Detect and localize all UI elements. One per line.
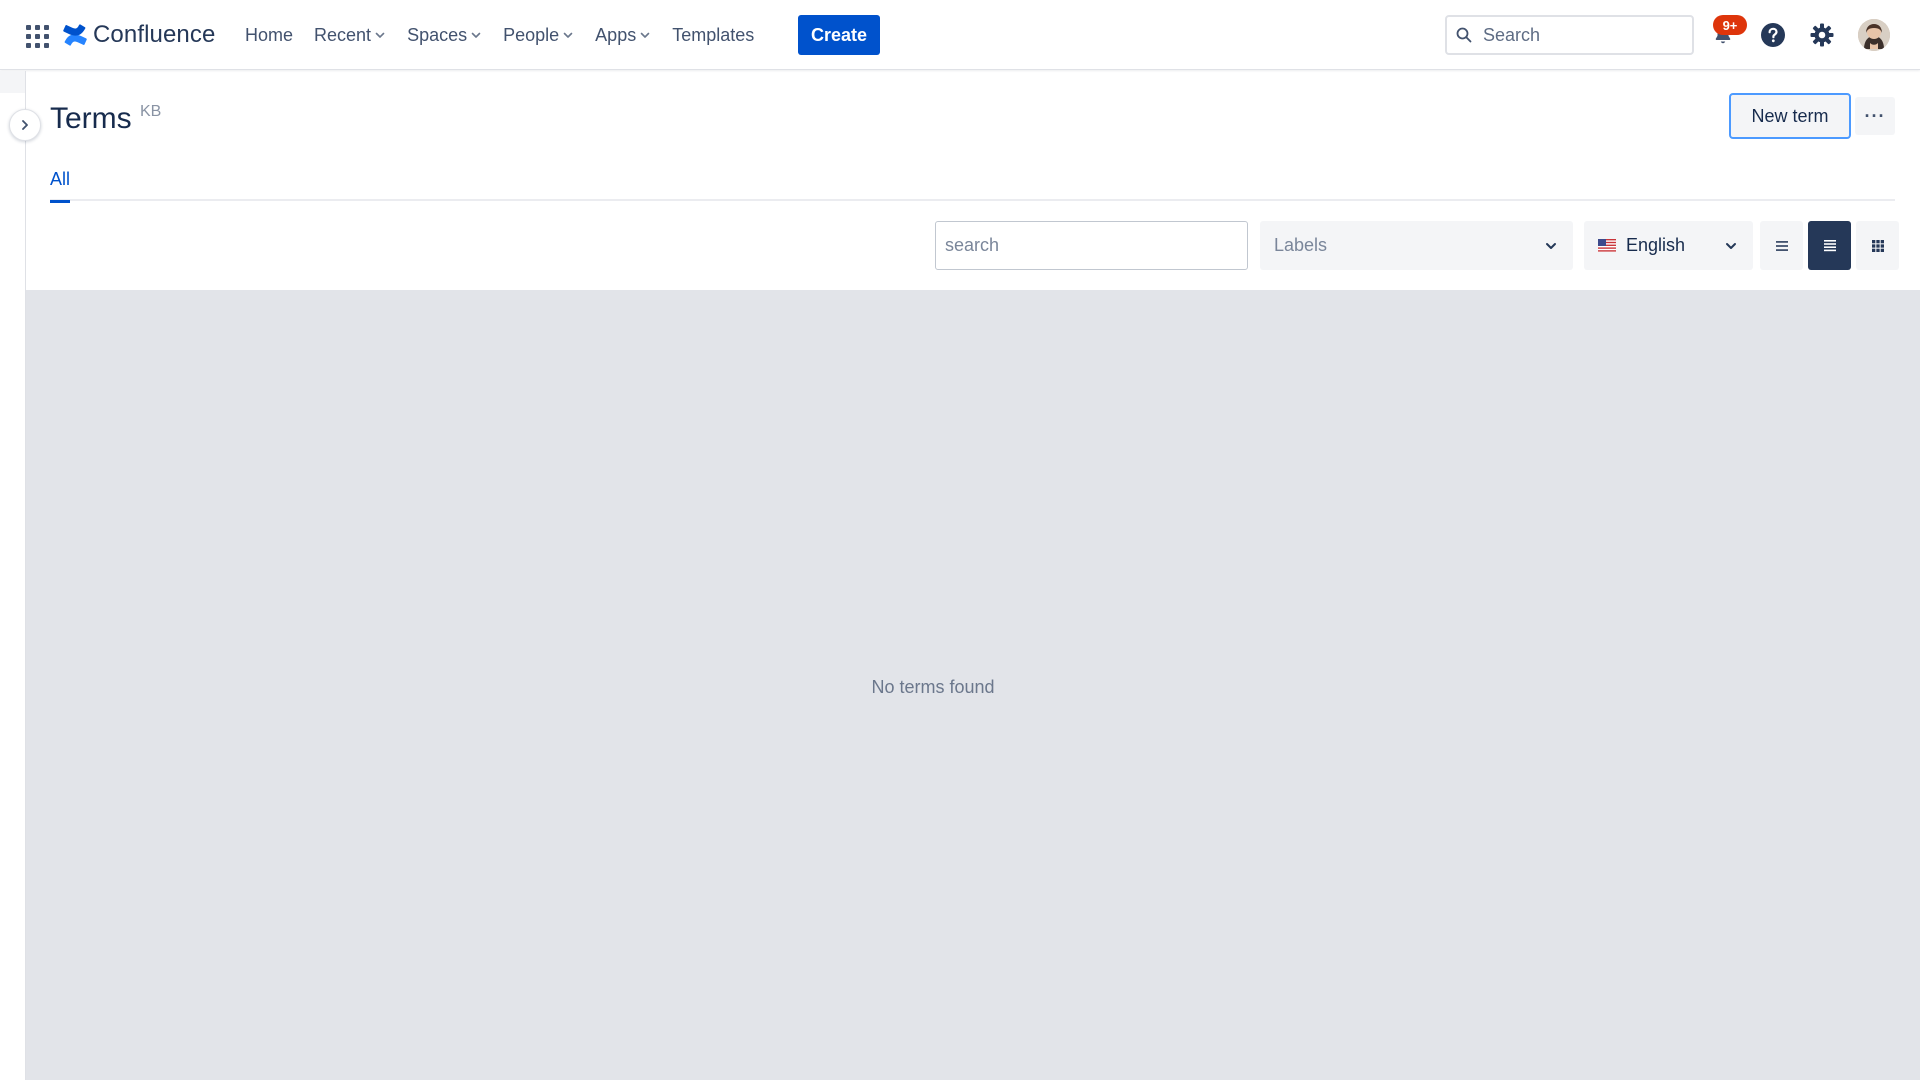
search-icon [1456, 27, 1472, 43]
space-key-label: KB [140, 103, 162, 120]
settings-button[interactable] [1806, 19, 1838, 51]
nav-spaces-label: Spaces [407, 24, 468, 45]
chevron-down-icon [375, 32, 385, 38]
nav-apps[interactable]: Apps [588, 19, 658, 51]
user-avatar-icon [1858, 19, 1890, 51]
expand-sidebar-button[interactable] [9, 109, 41, 141]
compact-list-icon [1775, 240, 1788, 251]
terms-content-area: No terms found [26, 290, 1920, 1080]
more-actions-button[interactable]: ··· [1855, 97, 1895, 135]
labels-placeholder: Labels [1274, 235, 1328, 255]
chevron-down-icon [640, 32, 650, 38]
confluence-logo-icon [63, 24, 87, 46]
empty-state-message: No terms found [871, 676, 995, 697]
empty-state: No terms found [26, 290, 1920, 1080]
chevron-down-icon [471, 32, 481, 38]
list-view-button[interactable] [1808, 221, 1851, 270]
top-navigation: Confluence Home Recent Spaces People App… [0, 0, 1920, 70]
settings-icon [1810, 23, 1834, 47]
notification-count-badge: 9+ [1713, 15, 1747, 35]
nav-people[interactable]: People [496, 19, 581, 51]
app-switcher-icon[interactable] [24, 23, 49, 48]
brand-name: Confluence [93, 21, 216, 48]
chevron-down-icon [1546, 242, 1556, 249]
labels-select[interactable]: Labels [1260, 221, 1573, 270]
nav-templates[interactable]: Templates [665, 19, 761, 51]
global-search-input[interactable] [1483, 24, 1683, 46]
grid-view-button[interactable] [1856, 221, 1899, 270]
language-select[interactable]: English [1584, 221, 1753, 270]
us-flag-icon [1598, 239, 1616, 252]
tab-all[interactable]: All [50, 169, 71, 203]
terms-tabs: All [50, 165, 1895, 203]
list-icon [1823, 239, 1836, 251]
confluence-logo[interactable]: Confluence [63, 19, 215, 51]
chevron-right-icon [22, 120, 28, 130]
nav-home-label: Home [245, 24, 294, 45]
nav-recent[interactable]: Recent [307, 19, 393, 51]
compact-view-button[interactable] [1760, 221, 1803, 270]
nav-recent-label: Recent [314, 24, 372, 45]
grid-icon [1871, 239, 1884, 252]
nav-people-label: People [503, 24, 560, 45]
nav-spaces[interactable]: Spaces [400, 19, 489, 51]
avatar[interactable] [1858, 19, 1890, 51]
help-icon [1761, 23, 1785, 47]
nav-apps-label: Apps [595, 24, 637, 45]
primary-nav: Home Recent Spaces People Apps Templates [238, 19, 761, 51]
page-title: Terms [50, 102, 132, 135]
nav-templates-label: Templates [672, 24, 755, 45]
chevron-down-icon [1726, 242, 1736, 249]
language-value: English [1626, 235, 1686, 255]
help-button[interactable] [1757, 19, 1789, 51]
term-search-input[interactable] [935, 221, 1248, 270]
sidebar-shade [0, 71, 25, 93]
collapsed-sidebar [0, 71, 26, 1080]
new-term-button[interactable]: New term [1729, 93, 1851, 139]
chevron-down-icon [563, 32, 573, 38]
global-search[interactable] [1445, 15, 1694, 55]
nav-home[interactable]: Home [238, 19, 300, 51]
create-button[interactable]: Create [798, 15, 880, 55]
